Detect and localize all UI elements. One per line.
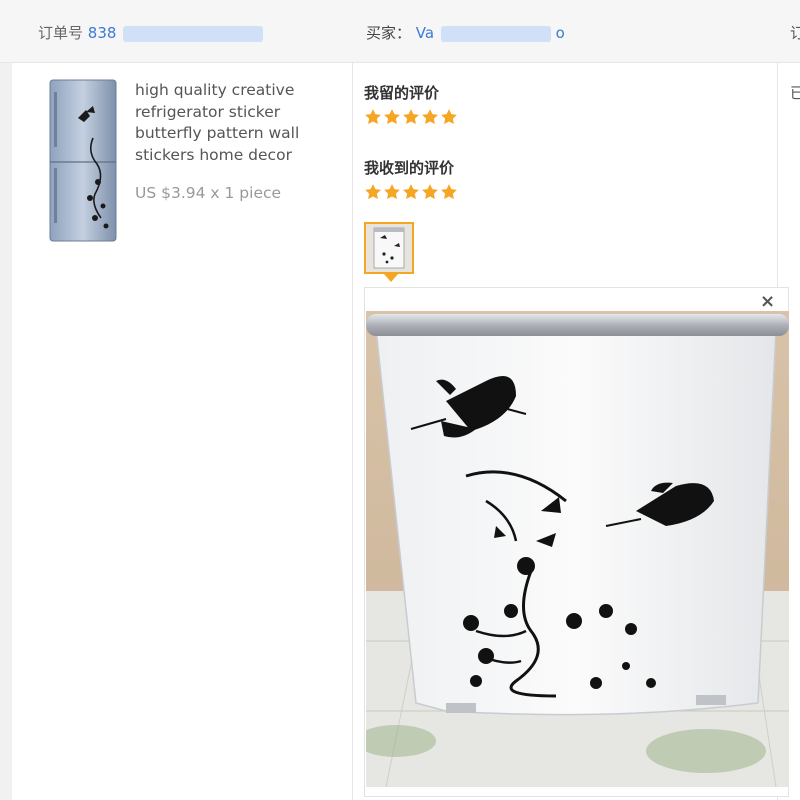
review-image-thumbnail[interactable] <box>364 222 414 274</box>
order-number-link[interactable]: 838 <box>88 24 117 42</box>
status-cut-text: 已 <box>790 84 800 102</box>
column-divider <box>352 63 353 800</box>
star-icon <box>384 184 400 200</box>
buyer-label: 买家： <box>366 24 412 42</box>
star-icon <box>403 184 419 200</box>
star-icon <box>422 109 438 125</box>
product-title-link[interactable]: high quality creative refrigerator stick… <box>135 80 325 166</box>
order-header: 订单号 838 买家： Va o 订 <box>0 0 800 63</box>
my-review-title: 我留的评价 <box>364 84 440 102</box>
order-number-field: 订单号 838 <box>38 22 264 43</box>
star-icon <box>365 109 381 125</box>
product-price: US $3.94 x 1 piece <box>135 184 282 202</box>
review-photo <box>366 311 789 787</box>
close-icon[interactable]: × <box>760 291 775 312</box>
selected-thumbnail-caret <box>384 274 398 282</box>
received-review-rating <box>364 183 458 201</box>
review-thumbnail-image <box>366 224 412 272</box>
product-thumbnail[interactable] <box>48 78 118 243</box>
received-review-title: 我收到的评价 <box>364 159 455 177</box>
star-icon <box>384 109 400 125</box>
buyer-name-redaction <box>440 25 551 42</box>
buyer-name-link[interactable]: Va <box>416 24 434 42</box>
my-review-rating <box>364 108 458 126</box>
buyer-field: 买家： Va o <box>366 22 565 43</box>
star-icon <box>441 109 457 125</box>
star-icon <box>441 184 457 200</box>
buyer-name-end[interactable]: o <box>556 24 565 42</box>
star-icon <box>365 184 381 200</box>
star-icon <box>403 109 419 125</box>
order-number-label: 订单号 <box>38 24 84 42</box>
star-icon <box>422 184 438 200</box>
order-number-redaction <box>123 25 264 42</box>
header-cut-text: 订 <box>790 24 800 42</box>
